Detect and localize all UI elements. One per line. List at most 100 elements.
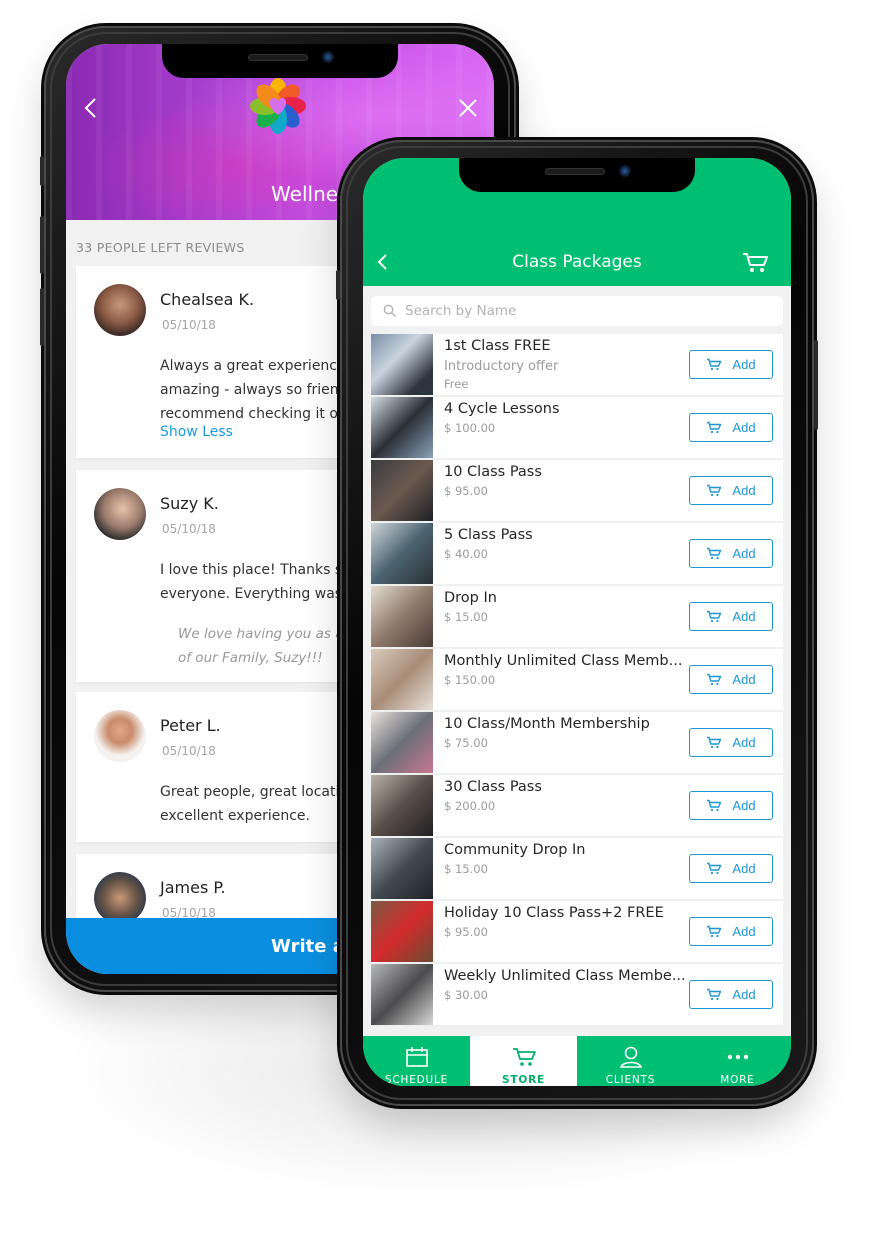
package-row[interactable]: 5 Class Pass $ 40.00 Add: [371, 523, 783, 586]
add-to-cart-button[interactable]: Add: [689, 854, 773, 883]
more-icon: [725, 1046, 751, 1071]
add-button-label: Add: [732, 987, 756, 1002]
tab-more[interactable]: MORE: [684, 1036, 791, 1086]
add-to-cart-button[interactable]: Add: [689, 665, 773, 694]
package-thumbnail: [371, 901, 433, 962]
package-row[interactable]: Monthly Unlimited Class Memb... $ 150.00 A…: [371, 649, 783, 712]
package-price: $ 95.00: [444, 925, 488, 939]
cart-icon: [707, 988, 722, 1001]
package-thumbnail: [371, 838, 433, 899]
package-row[interactable]: 30 Class Pass $ 200.00 Add: [371, 775, 783, 838]
back-chevron-icon[interactable]: [80, 96, 104, 120]
reviewer-name: Chealsea K.: [160, 290, 255, 309]
add-to-cart-button[interactable]: Add: [689, 539, 773, 568]
package-name: 10 Class Pass: [444, 464, 542, 480]
bottom-tab-bar: SCHEDULE STORE CLIENTS MORE: [363, 1036, 791, 1086]
package-thumbnail: [371, 712, 433, 773]
reviewer-name: Suzy K.: [160, 494, 219, 513]
show-less-link[interactable]: Show Less: [160, 424, 233, 440]
package-price: $ 150.00: [444, 673, 496, 687]
package-price: Free: [444, 377, 469, 391]
cart-icon[interactable]: [741, 250, 769, 274]
add-button-label: Add: [732, 357, 756, 372]
package-price: $ 15.00: [444, 610, 488, 624]
tab-label: CLIENTS: [605, 1074, 656, 1086]
cart-icon: [707, 925, 722, 938]
package-row[interactable]: Holiday 10 Class Pass+2 FREE $ 95.00 Add: [371, 901, 783, 964]
cart-icon: [707, 484, 722, 497]
package-price: $ 30.00: [444, 988, 488, 1002]
store-screen: Class Packages 1st Class FREE Introductor…: [363, 158, 791, 1086]
add-button-label: Add: [732, 735, 756, 750]
tab-schedule[interactable]: SCHEDULE: [363, 1036, 470, 1086]
reviewer-name: Peter L.: [160, 716, 221, 735]
studio-logo-icon: [250, 78, 306, 134]
package-price: $ 200.00: [444, 799, 496, 813]
search-icon: [383, 304, 396, 317]
review-date: 05/10/18: [162, 744, 216, 758]
add-button-label: Add: [732, 861, 756, 876]
package-row[interactable]: Weekly Unlimited Class Membe... $ 30.00 Ad…: [371, 964, 783, 1027]
add-to-cart-button[interactable]: Add: [689, 791, 773, 820]
add-to-cart-button[interactable]: Add: [689, 476, 773, 505]
tab-label: SCHEDULE: [384, 1074, 449, 1086]
package-row[interactable]: 10 Class Pass $ 95.00 Add: [371, 460, 783, 523]
package-name: Monthly Unlimited Class Memb...: [444, 653, 683, 669]
add-to-cart-button[interactable]: Add: [689, 350, 773, 379]
add-to-cart-button[interactable]: Add: [689, 917, 773, 946]
package-row[interactable]: 10 Class/Month Membership $ 75.00 Add: [371, 712, 783, 775]
avatar: [94, 872, 146, 924]
add-to-cart-button[interactable]: Add: [689, 602, 773, 631]
power-button: [814, 340, 818, 430]
calendar-icon: [404, 1046, 430, 1071]
mute-switch: [336, 270, 340, 300]
tab-clients[interactable]: CLIENTS: [577, 1036, 684, 1086]
volume-down-button: [40, 288, 44, 346]
tab-label: STORE: [502, 1074, 545, 1086]
package-row[interactable]: 4 Cycle Lessons $ 100.00 Add: [371, 397, 783, 460]
package-row[interactable]: Drop In $ 15.00 Add: [371, 586, 783, 649]
package-thumbnail: [371, 964, 433, 1025]
tab-label: MORE: [720, 1074, 755, 1086]
page-title: Class Packages: [512, 252, 642, 272]
avatar: [94, 284, 146, 336]
package-thumbnail: [371, 586, 433, 647]
package-name: 30 Class Pass: [444, 779, 542, 795]
package-price: $ 15.00: [444, 862, 488, 876]
close-icon[interactable]: [456, 96, 480, 120]
package-name: Holiday 10 Class Pass+2 FREE: [444, 905, 664, 921]
add-to-cart-button[interactable]: Add: [689, 413, 773, 442]
cart-icon: [707, 610, 722, 623]
cart-icon: [707, 736, 722, 749]
package-row[interactable]: Community Drop In $ 15.00 Add: [371, 838, 783, 901]
package-thumbnail: [371, 397, 433, 458]
notch: [162, 44, 398, 78]
notch: [459, 158, 695, 192]
add-button-label: Add: [732, 420, 756, 435]
package-thumbnail: [371, 775, 433, 836]
package-name: Drop In: [444, 590, 497, 606]
package-name: 4 Cycle Lessons: [444, 401, 560, 417]
search-input[interactable]: [405, 303, 745, 319]
reviews-count-label: 33 PEOPLE LEFT REVIEWS: [76, 240, 245, 255]
package-subtitle: Introductory offer: [444, 359, 559, 374]
add-button-label: Add: [732, 483, 756, 498]
reviewer-name: James P.: [160, 878, 226, 897]
package-name: 10 Class/Month Membership: [444, 716, 650, 732]
package-name: Community Drop In: [444, 842, 586, 858]
mute-switch: [40, 156, 44, 186]
person-icon: [618, 1046, 644, 1071]
package-row[interactable]: 1st Class FREE Introductory offer Free Add: [371, 334, 783, 397]
package-name: 5 Class Pass: [444, 527, 533, 543]
cart-icon: [707, 673, 722, 686]
package-name: 1st Class FREE: [444, 338, 551, 354]
tab-store[interactable]: STORE: [470, 1036, 577, 1086]
add-to-cart-button[interactable]: Add: [689, 728, 773, 757]
studio-reply: We love having you as a p of our Family,…: [178, 626, 357, 666]
cart-icon: [707, 421, 722, 434]
add-to-cart-button[interactable]: Add: [689, 980, 773, 1009]
add-button-label: Add: [732, 672, 756, 687]
review-date: 05/10/18: [162, 318, 216, 332]
cart-icon: [707, 358, 722, 371]
package-price: $ 75.00: [444, 736, 488, 750]
